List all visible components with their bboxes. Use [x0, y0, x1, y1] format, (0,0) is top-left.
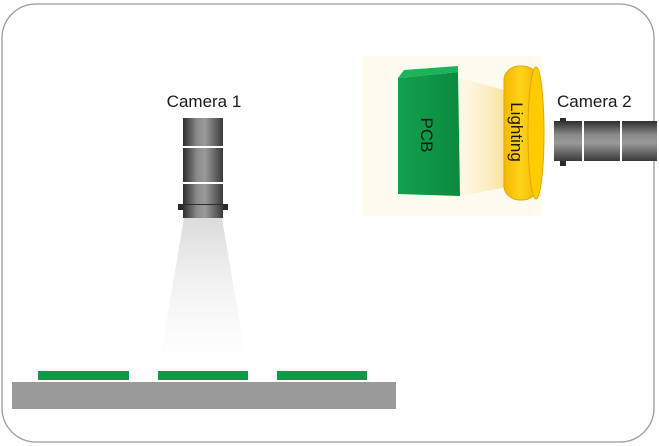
camera-icon [554, 118, 657, 166]
camera2-label: Camera 2 [557, 92, 632, 111]
inspection-diagram: Camera 1 PCB Lighting Camera 2 [1, 3, 657, 443]
lighting-label: Lighting [507, 102, 526, 162]
camera1-label: Camera 1 [167, 92, 242, 111]
camera-icon [178, 118, 228, 218]
pcb-label: PCB [417, 118, 436, 153]
pcb-board-3 [277, 371, 367, 380]
conveyor-belt [12, 382, 396, 409]
pcb-board-1 [38, 371, 129, 380]
pcb-board-2 [158, 371, 248, 380]
